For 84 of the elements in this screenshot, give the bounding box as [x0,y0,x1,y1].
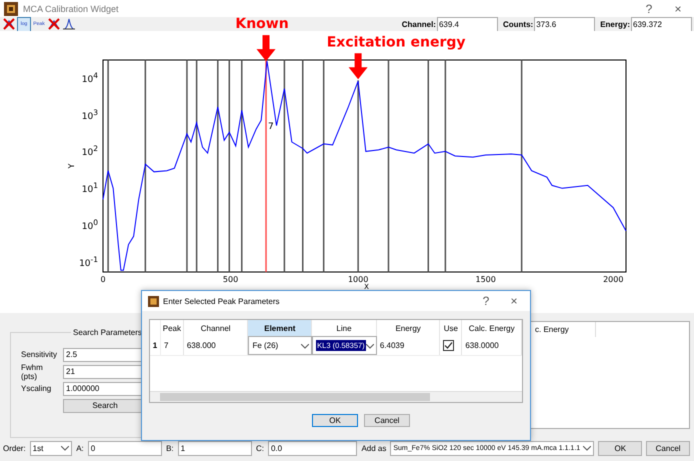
cancel-button[interactable]: Cancel [364,414,410,427]
scrollbar[interactable] [150,391,522,402]
arrow-icon [256,35,276,62]
readout-field[interactable]: 639.372 [631,16,692,32]
field-label: Fwhm (pts) [21,362,44,380]
fit-icon[interactable] [62,16,76,32]
peak-line[interactable] [444,60,446,272]
peak-line[interactable] [241,60,243,272]
add-as-label: Add as [361,444,386,453]
table-cell: 7 [160,336,184,355]
x-tick-label: 2000 [603,275,624,284]
ok-button[interactable]: OK [312,414,358,427]
column-header[interactable]: Line [312,320,377,336]
peak-line[interactable] [428,60,430,272]
use-checkbox[interactable] [443,340,454,351]
annotation-text: Known [235,16,289,32]
a-label: A: [76,444,84,453]
column-header[interactable]: Peak [160,320,184,336]
order-label: Order: [3,444,26,453]
y-tick-label: 10$^{2}$ [82,144,98,158]
readout-field[interactable]: 639.4 [436,16,498,32]
ok-button[interactable]: OK [598,441,642,456]
b-label: B: [166,444,174,453]
x-tick-label: 500 [222,275,238,284]
peak-line[interactable] [196,60,198,272]
close-button[interactable]: × [666,2,690,16]
element-combo[interactable]: Fe (26) [248,336,312,355]
y-axis-label: Y [67,164,76,168]
column-header[interactable]: Calc. Energy [462,320,522,336]
column-header[interactable]: Energy [376,320,440,336]
y-tick-label: 10$^{-1}$ [79,255,98,270]
peak-line[interactable] [144,60,146,272]
column-header[interactable]: Use [440,320,462,336]
window-title: MCA Calibration Widget [23,4,119,14]
peak-line[interactable] [228,60,230,272]
y-tick-label: 10$^{0}$ [82,218,98,232]
readout-label: Counts: [502,20,534,28]
b-field[interactable]: 1 [178,441,252,456]
peak-line[interactable] [284,60,286,272]
arrow-icon [348,53,368,80]
peak-line[interactable] [322,60,324,272]
selected-peak-line[interactable] [265,60,267,272]
readout-field[interactable]: 373.6 [534,16,596,32]
caret-icon [61,446,70,451]
caret-icon [366,344,374,349]
peak-line[interactable] [217,60,219,272]
readout-label: Energy: [600,20,630,28]
field-label: Yscaling [21,384,52,393]
clear-icon[interactable] [2,16,16,32]
help-button[interactable]: ? [474,294,498,308]
table-cell: 638.000 [184,336,248,355]
close-button[interactable]: × [502,294,526,308]
order-combo[interactable]: 1st [30,441,72,456]
readout-label: Channel: [402,20,436,28]
y-tick-label: 10$^{1}$ [82,181,98,196]
app-icon [148,296,159,306]
caret-icon [301,344,310,349]
group-title: Search Parameters [71,328,144,337]
clear-icon[interactable] [47,16,61,32]
peak-line[interactable] [107,60,109,272]
column-header[interactable]: Element [248,320,312,336]
dialog-title: Enter Selected Peak Parameters [163,296,280,306]
help-button[interactable]: ? [637,2,661,16]
peak-line[interactable] [357,80,359,272]
peak-line[interactable] [520,60,522,272]
y-tick-label: 10$^{4}$ [82,70,98,85]
annotation-text: Excitation energy [326,34,466,50]
caret-icon [583,446,592,451]
c-label: C: [256,444,264,453]
peak-line[interactable] [388,60,390,272]
c-field[interactable]: 0.0 [268,441,358,456]
peak-label: 7 [268,122,274,132]
x-tick-label: 1500 [476,275,496,284]
row-number: 1 [150,336,161,355]
table-cell: 638.0000 [462,336,522,355]
field-label: Sensitivity [21,350,58,359]
peak-line[interactable] [186,60,188,272]
app-icon [4,2,18,16]
y-tick-label: 10$^{3}$ [82,108,98,122]
x-tick-label: 1000 [348,275,368,284]
a-field[interactable]: 0 [88,441,162,456]
x-tick-label: 0 [100,275,106,284]
cancel-button[interactable]: Cancel [646,441,690,456]
table-cell: 6.4039 [376,336,440,355]
